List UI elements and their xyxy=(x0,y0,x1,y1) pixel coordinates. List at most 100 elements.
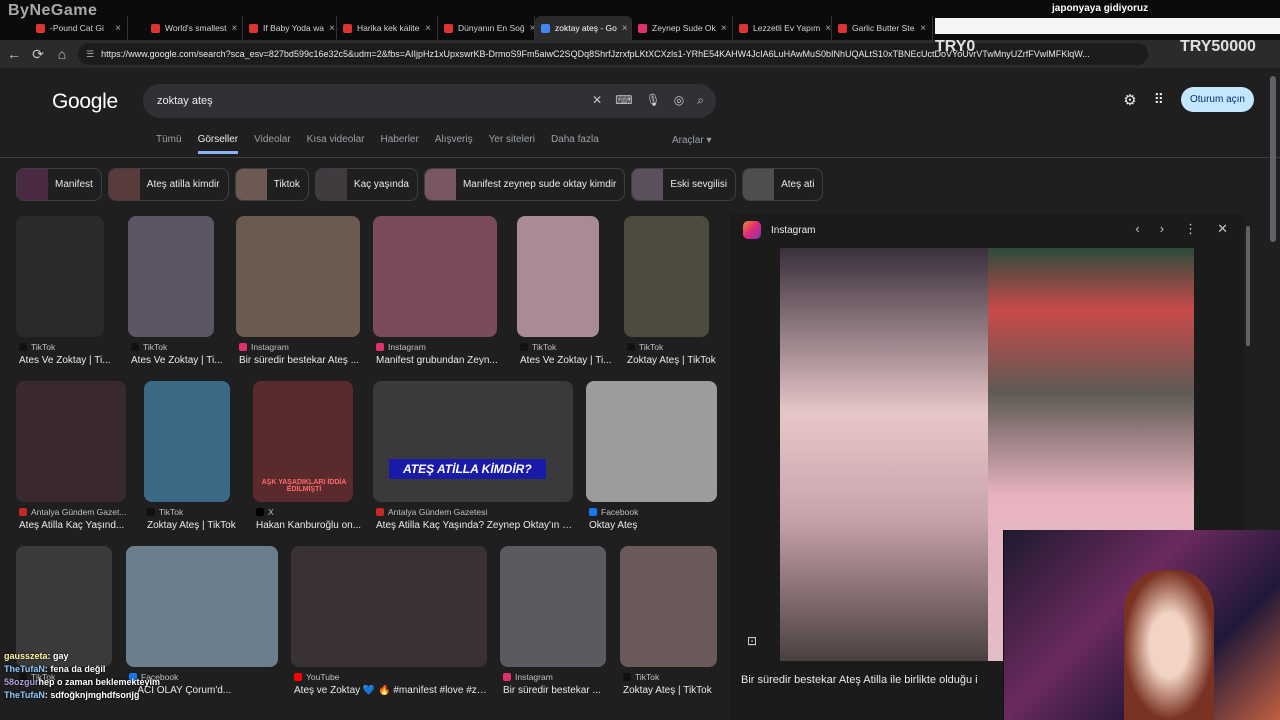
result-source[interactable]: Antalya Gündem Gazetesi xyxy=(376,507,487,517)
tab-close-icon[interactable]: × xyxy=(115,23,121,34)
tools-button[interactable]: Araçlar ▾ xyxy=(672,135,712,146)
related-chip[interactable]: Ateş ati xyxy=(742,168,824,201)
browser-tab[interactable]: World's smallest × xyxy=(145,16,243,40)
search-tab[interactable]: Kısa videolar xyxy=(307,134,365,154)
browser-tab[interactable]: Garlic Butter Ste × xyxy=(832,16,933,40)
prev-icon[interactable]: ‹ xyxy=(1135,221,1139,237)
image-result[interactable]: TikTok Ates Ve Zoktay | Ti... xyxy=(16,216,136,373)
result-title[interactable]: Hakan Kanburoğlu on... xyxy=(256,520,361,531)
result-thumbnail[interactable] xyxy=(624,216,709,337)
panel-scrollbar[interactable] xyxy=(1246,226,1250,346)
result-thumbnail[interactable] xyxy=(128,216,214,337)
search-tab[interactable]: Videolar xyxy=(254,134,291,154)
search-icon[interactable]: ⌕ xyxy=(697,93,704,108)
image-result[interactable]: X Hakan Kanburoğlu on... AŞK YAŞADIKLARI İ… xyxy=(253,381,373,538)
image-result[interactable]: Antalya Gündem Gazetesi Ateş Atilla Kaç Y… xyxy=(373,381,576,538)
apps-grid-icon[interactable]: ⠿ xyxy=(1154,91,1164,108)
image-result[interactable]: Antalya Gündem Gazet... Ateş Atilla Kaç Y… xyxy=(16,381,136,538)
result-thumbnail[interactable] xyxy=(236,216,360,337)
result-title[interactable]: Zoktay Ateş | TikTok xyxy=(627,355,716,366)
close-icon[interactable]: ✕ xyxy=(1217,221,1228,237)
keyboard-icon[interactable]: ⌨ xyxy=(615,93,632,108)
result-title[interactable]: Ateş Atilla Kaç Yaşınd... xyxy=(19,520,124,531)
tab-close-icon[interactable]: × xyxy=(231,23,237,34)
browser-tab[interactable]: If Baby Yoda wa × xyxy=(243,16,337,40)
search-tab[interactable]: Görseller xyxy=(197,134,239,154)
result-title[interactable]: Ateş Atilla Kaç Yaşında? Zeynep Oktay'ın… xyxy=(376,520,576,531)
result-source[interactable]: YouTube xyxy=(294,672,339,682)
panel-source[interactable]: Instagram xyxy=(771,225,815,236)
image-result[interactable]: Instagram Bir süredir bestekar ... xyxy=(500,546,620,703)
lens-icon[interactable]: ◎ xyxy=(674,93,684,108)
browser-tab[interactable]: Zeynep Sude Ok × xyxy=(632,16,733,40)
result-thumbnail[interactable] xyxy=(517,216,599,337)
tab-close-icon[interactable]: × xyxy=(825,23,831,34)
result-source[interactable]: TikTok xyxy=(131,342,167,352)
search-tab[interactable]: Alışveriş xyxy=(435,134,473,154)
image-result[interactable]: TikTok Ates Ve Zoktay | Ti... xyxy=(517,216,637,373)
result-thumbnail[interactable] xyxy=(16,546,112,667)
browser-tab[interactable]: Lezzetli Ev Yapım × xyxy=(733,16,832,40)
result-thumbnail[interactable] xyxy=(126,546,278,667)
search-tab[interactable]: Haberler xyxy=(380,134,418,154)
result-source[interactable]: TikTok xyxy=(623,672,659,682)
tab-close-icon[interactable]: × xyxy=(622,23,628,34)
result-title[interactable]: Oktay Ateş xyxy=(589,520,637,531)
search-tab[interactable]: Yer siteleri xyxy=(489,134,535,154)
result-thumbnail[interactable] xyxy=(291,546,487,667)
browser-tab[interactable]: Dünyanın En Soğ × xyxy=(438,16,535,40)
result-title[interactable]: Zoktay Ateş | TikTok xyxy=(147,520,236,531)
lens-search-icon[interactable]: ⊡ xyxy=(747,634,757,648)
result-title[interactable]: Ates Ve Zoktay | Ti... xyxy=(19,355,111,366)
image-result[interactable]: Instagram Manifest grubundan Zeyn... xyxy=(373,216,498,373)
page-scrollbar[interactable] xyxy=(1270,76,1276,242)
result-source[interactable]: TikTok xyxy=(19,342,55,352)
mic-icon[interactable]: 🎙 xyxy=(646,93,661,108)
search-tab[interactable]: Daha fazla xyxy=(551,134,599,154)
site-info-icon[interactable]: ☰ xyxy=(86,49,94,60)
result-title[interactable]: Ateş ve Zoktay 💙 🔥 #manifest #love #zo..… xyxy=(294,685,490,696)
result-source[interactable]: Instagram xyxy=(239,342,289,352)
settings-gear-icon[interactable]: ⚙ xyxy=(1123,91,1136,109)
result-title[interactable]: Ates Ve Zoktay | Ti... xyxy=(520,355,612,366)
related-chip[interactable]: Tiktok xyxy=(234,168,309,201)
browser-tab[interactable]: Harika kek kalite × xyxy=(337,16,438,40)
result-source[interactable]: Instagram xyxy=(503,672,553,682)
preview-image-left[interactable] xyxy=(780,248,988,661)
google-logo[interactable]: Google xyxy=(52,90,118,114)
result-title[interactable]: Zoktay Ateş | TikTok xyxy=(623,685,712,696)
result-title[interactable]: Ates Ve Zoktay | Ti... xyxy=(131,355,223,366)
clear-icon[interactable]: ✕ xyxy=(592,93,602,108)
result-source[interactable]: TikTok xyxy=(147,507,183,517)
search-tab[interactable]: Tümü xyxy=(156,134,182,154)
browser-tab[interactable]: zoktay ateş - Go × xyxy=(535,16,632,40)
result-source[interactable]: Instagram xyxy=(376,342,426,352)
image-result[interactable]: Facebook Oktay Ateş xyxy=(586,381,717,538)
sign-in-button[interactable]: Oturum açın xyxy=(1180,87,1254,112)
result-source[interactable]: Antalya Gündem Gazet... xyxy=(19,507,126,517)
image-result[interactable]: TikTok Zoktay Ateş | TikTok xyxy=(620,546,740,703)
result-thumbnail[interactable] xyxy=(500,546,606,667)
result-title[interactable]: Bir süredir bestekar ... xyxy=(503,685,601,696)
result-source[interactable]: TikTok xyxy=(520,342,556,352)
related-chip[interactable]: Manifest zeynep sude oktay kimdir xyxy=(423,168,626,201)
home-icon[interactable]: ⌂ xyxy=(50,46,74,62)
next-icon[interactable]: › xyxy=(1160,221,1164,237)
image-result[interactable]: YouTube Ateş ve Zoktay 💙 🔥 #manifest #lov… xyxy=(291,546,490,703)
image-result[interactable]: Instagram Bir süredir bestekar Ateş ... xyxy=(236,216,360,373)
related-chip[interactable]: Ateş atilla kimdir xyxy=(107,168,229,201)
tab-close-icon[interactable]: × xyxy=(721,23,727,34)
image-result[interactable]: TikTok Zoktay Ateş | TikTok xyxy=(144,381,264,538)
result-title[interactable]: Manifest grubundan Zeyn... xyxy=(376,355,498,366)
tab-close-icon[interactable]: × xyxy=(425,23,431,34)
search-query[interactable]: zoktay ateş xyxy=(157,95,213,107)
related-chip[interactable]: Manifest xyxy=(16,168,102,201)
result-thumbnail[interactable] xyxy=(620,546,717,667)
browser-tab[interactable]: -Pound Cat Gi × xyxy=(30,16,128,40)
reload-icon[interactable]: ⟳ xyxy=(26,46,50,63)
more-icon[interactable]: ⋮ xyxy=(1184,221,1197,237)
search-box[interactable]: zoktay ateş ✕ ⌨ 🎙 ◎ ⌕ xyxy=(143,84,716,118)
tab-close-icon[interactable]: × xyxy=(920,23,926,34)
result-source[interactable]: X xyxy=(256,507,274,517)
image-result[interactable]: TikTok Ates Ve Zoktay | Ti... xyxy=(128,216,248,373)
